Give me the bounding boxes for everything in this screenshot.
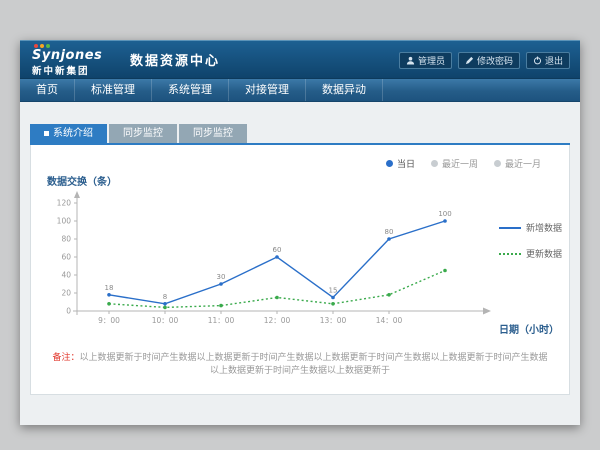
app-title: 数据资源中心 bbox=[130, 50, 220, 69]
legend-series-label: 新增数据 bbox=[526, 221, 562, 234]
svg-text:12：00: 12：00 bbox=[264, 316, 291, 325]
logout-button[interactable]: 退出 bbox=[526, 52, 570, 69]
svg-text:9：00: 9：00 bbox=[98, 316, 120, 325]
logout-icon bbox=[533, 56, 542, 65]
logo-brand: Synjones bbox=[32, 49, 120, 63]
svg-text:18: 18 bbox=[105, 284, 114, 292]
svg-text:40: 40 bbox=[61, 271, 71, 280]
change-password-button[interactable]: 修改密码 bbox=[458, 52, 520, 69]
logo-dots-icon bbox=[34, 44, 50, 48]
synjones-logo: Synjones 新中新集团 bbox=[20, 42, 120, 77]
chart-panel: 当日 最近一周 最近一月 数据交换（条） 0 20 40 60 80 100 120 9：00 10… bbox=[30, 145, 570, 395]
svg-text:60: 60 bbox=[61, 253, 71, 262]
logo-dot-icon bbox=[46, 44, 50, 48]
tab-label: 同步监控 bbox=[123, 124, 163, 143]
app-header: Synjones 新中新集团 数据资源中心 管理员 修改密码 退出 bbox=[20, 40, 580, 78]
user-icon bbox=[406, 56, 415, 65]
app-window: Synjones 新中新集团 数据资源中心 管理员修改密码退出 首页标准管理系统… bbox=[20, 40, 580, 425]
y-axis-title: 数据交换（条） bbox=[47, 173, 117, 188]
svg-text:15: 15 bbox=[329, 287, 338, 295]
svg-text:11：00: 11：00 bbox=[208, 316, 235, 325]
tab-system-intro[interactable]: 系统介绍 bbox=[30, 124, 107, 143]
logo-company: 新中新集团 bbox=[32, 63, 120, 77]
tab-label: 同步监控 bbox=[193, 124, 233, 143]
nav-item-home[interactable]: 首页 bbox=[20, 79, 75, 101]
filter-label: 最近一周 bbox=[442, 157, 478, 170]
logo-dot-icon bbox=[40, 44, 44, 48]
svg-text:10：00: 10：00 bbox=[152, 316, 179, 325]
logout-label: 退出 bbox=[545, 54, 563, 67]
svg-text:20: 20 bbox=[61, 289, 71, 298]
main-nav: 首页标准管理系统管理对接管理数据异动 bbox=[20, 78, 580, 102]
nav-item-standard-management[interactable]: 标准管理 bbox=[75, 79, 152, 101]
solid-line-sample-icon bbox=[499, 227, 521, 229]
admin-label: 管理员 bbox=[418, 54, 445, 67]
tabs-row: 系统介绍 同步监控 同步监控 bbox=[30, 124, 580, 143]
tab-bullet-icon bbox=[44, 131, 49, 136]
svg-text:100: 100 bbox=[438, 210, 451, 218]
svg-text:13：00: 13：00 bbox=[320, 316, 347, 325]
change-password-label: 修改密码 bbox=[477, 54, 513, 67]
header-actions: 管理员 修改密码 退出 bbox=[399, 52, 570, 69]
x-axis-title: 日期（小时） bbox=[499, 321, 559, 336]
svg-text:0: 0 bbox=[66, 307, 71, 316]
svg-text:80: 80 bbox=[61, 235, 71, 244]
filter-dot-icon bbox=[386, 160, 393, 167]
filter-dot-icon bbox=[431, 160, 438, 167]
filter-last-week[interactable]: 最近一周 bbox=[431, 157, 478, 170]
filter-today[interactable]: 当日 bbox=[386, 157, 415, 170]
legend-item: 新增数据 bbox=[499, 221, 562, 234]
filter-label: 当日 bbox=[397, 157, 415, 170]
tab-label: 系统介绍 bbox=[53, 124, 93, 143]
logo-dot-icon bbox=[34, 44, 38, 48]
legend-item: 更新数据 bbox=[499, 247, 562, 260]
dotted-line-sample-icon bbox=[499, 253, 521, 255]
svg-text:8: 8 bbox=[163, 293, 167, 301]
filter-dot-icon bbox=[494, 160, 501, 167]
svg-text:80: 80 bbox=[385, 228, 394, 236]
tab-sync-monitor-2[interactable]: 同步监控 bbox=[179, 124, 247, 143]
line-chart: 0 20 40 60 80 100 120 9：00 10：00 11：00 12：00 13：00 1… bbox=[37, 189, 497, 339]
svg-text:60: 60 bbox=[273, 246, 282, 254]
svg-text:120: 120 bbox=[57, 199, 72, 208]
range-filters: 当日 最近一周 最近一月 bbox=[386, 157, 541, 170]
nav-item-system-management[interactable]: 系统管理 bbox=[152, 79, 229, 101]
svg-text:100: 100 bbox=[57, 217, 72, 226]
legend-series-label: 更新数据 bbox=[526, 247, 562, 260]
footnote: 备注：以上数据更新于时间产生数据以上数据更新于时间产生数据以上数据更新于时间产生… bbox=[31, 350, 569, 376]
footnote-text: 以上数据更新于时间产生数据以上数据更新于时间产生数据以上数据更新于时间产生数据以… bbox=[80, 353, 548, 376]
svg-text:14：00: 14：00 bbox=[376, 316, 403, 325]
filter-last-month[interactable]: 最近一月 bbox=[494, 157, 541, 170]
nav-item-integration-management[interactable]: 对接管理 bbox=[229, 79, 306, 101]
svg-text:30: 30 bbox=[217, 273, 226, 281]
series-legend: 新增数据更新数据 bbox=[499, 221, 562, 260]
tab-sync-monitor-1[interactable]: 同步监控 bbox=[109, 124, 177, 143]
nav-item-data-change[interactable]: 数据异动 bbox=[306, 79, 383, 101]
content-area: 系统介绍 同步监控 同步监控 当日 最近一周 最近一月 数据交换（条） 0 20 40 60 8… bbox=[20, 102, 580, 423]
edit-icon bbox=[465, 56, 474, 65]
admin-button[interactable]: 管理员 bbox=[399, 52, 452, 69]
footnote-label: 备注： bbox=[52, 353, 79, 363]
filter-label: 最近一月 bbox=[505, 157, 541, 170]
